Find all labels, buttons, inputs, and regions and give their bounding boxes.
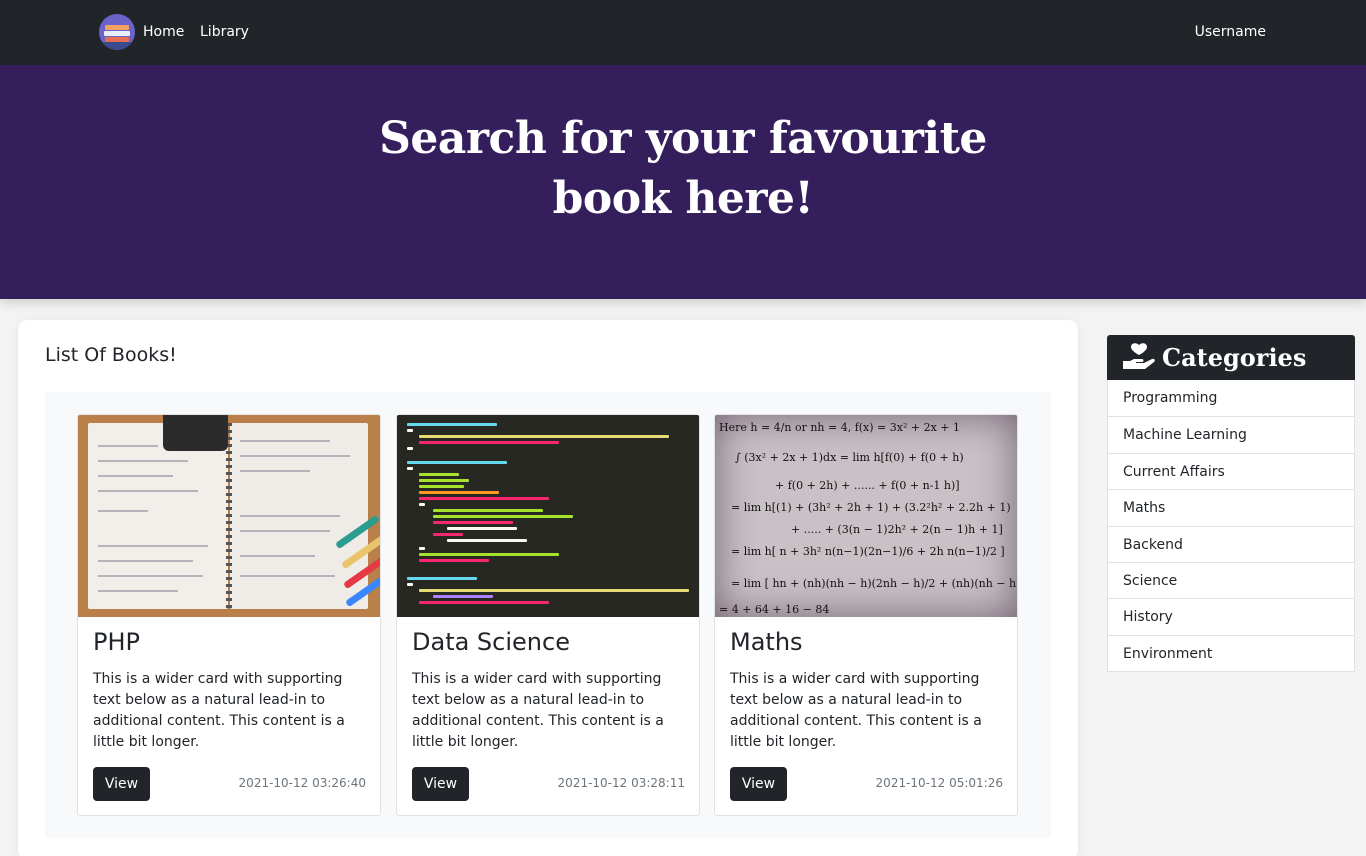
nav-link-library[interactable]: Library [200,23,249,41]
category-item-science[interactable]: Science [1108,561,1354,599]
view-button[interactable]: View [412,767,469,801]
nav-link-home[interactable]: Home [143,23,184,41]
categories-panel: Categories Programming Machine Learning … [1107,335,1355,673]
view-button[interactable]: View [730,767,787,801]
card-text: This is a wider card with supporting tex… [93,671,345,750]
categories-title: Categories [1162,343,1307,372]
book-list-panel: List Of Books! PHP This is a wider card … [18,320,1078,856]
hero-title: Search for your favourite book here! [379,113,987,224]
hand-heart-icon [1123,343,1155,369]
categories-list: Programming Machine Learning Current Aff… [1107,380,1355,673]
code-editor-photo [397,415,699,617]
cards-container: PHP This is a wider card with supporting… [45,392,1051,838]
book-card-maths: Here h = 4/n or nh = 4, f(x) = 3x² + 2x … [714,414,1018,816]
card-date: 2021-10-12 03:28:11 [557,776,685,790]
view-button[interactable]: View [93,767,150,801]
list-heading: List Of Books! [45,344,177,366]
navbar: Home Library Username [0,0,1366,65]
card-date: 2021-10-12 03:26:40 [238,776,366,790]
card-date: 2021-10-12 05:01:26 [875,776,1003,790]
brand-logo-icon[interactable] [99,14,135,50]
notebook-math-photo [78,415,380,617]
book-card-php: PHP This is a wider card with supporting… [77,414,381,816]
category-item-machine-learning[interactable]: Machine Learning [1108,416,1354,453]
nav-link-username[interactable]: Username [1195,23,1266,41]
book-card-data-science: Data Science This is a wider card with s… [396,414,700,816]
category-item-history[interactable]: History [1108,598,1354,635]
category-item-programming[interactable]: Programming [1108,380,1354,417]
category-item-current-affairs[interactable]: Current Affairs [1108,452,1354,490]
card-title: Data Science [412,628,570,656]
category-item-maths[interactable]: Maths [1108,489,1354,526]
card-text: This is a wider card with supporting tex… [730,671,982,750]
category-item-environment[interactable]: Environment [1108,634,1354,672]
card-text: This is a wider card with supporting tex… [412,671,664,750]
card-title: Maths [730,628,803,656]
hero-banner: Search for your favourite book here! [0,65,1366,299]
card-title: PHP [93,628,140,656]
category-item-backend[interactable]: Backend [1108,525,1354,562]
math-equations-photo: Here h = 4/n or nh = 4, f(x) = 3x² + 2x … [715,415,1017,617]
categories-header: Categories [1107,335,1355,380]
